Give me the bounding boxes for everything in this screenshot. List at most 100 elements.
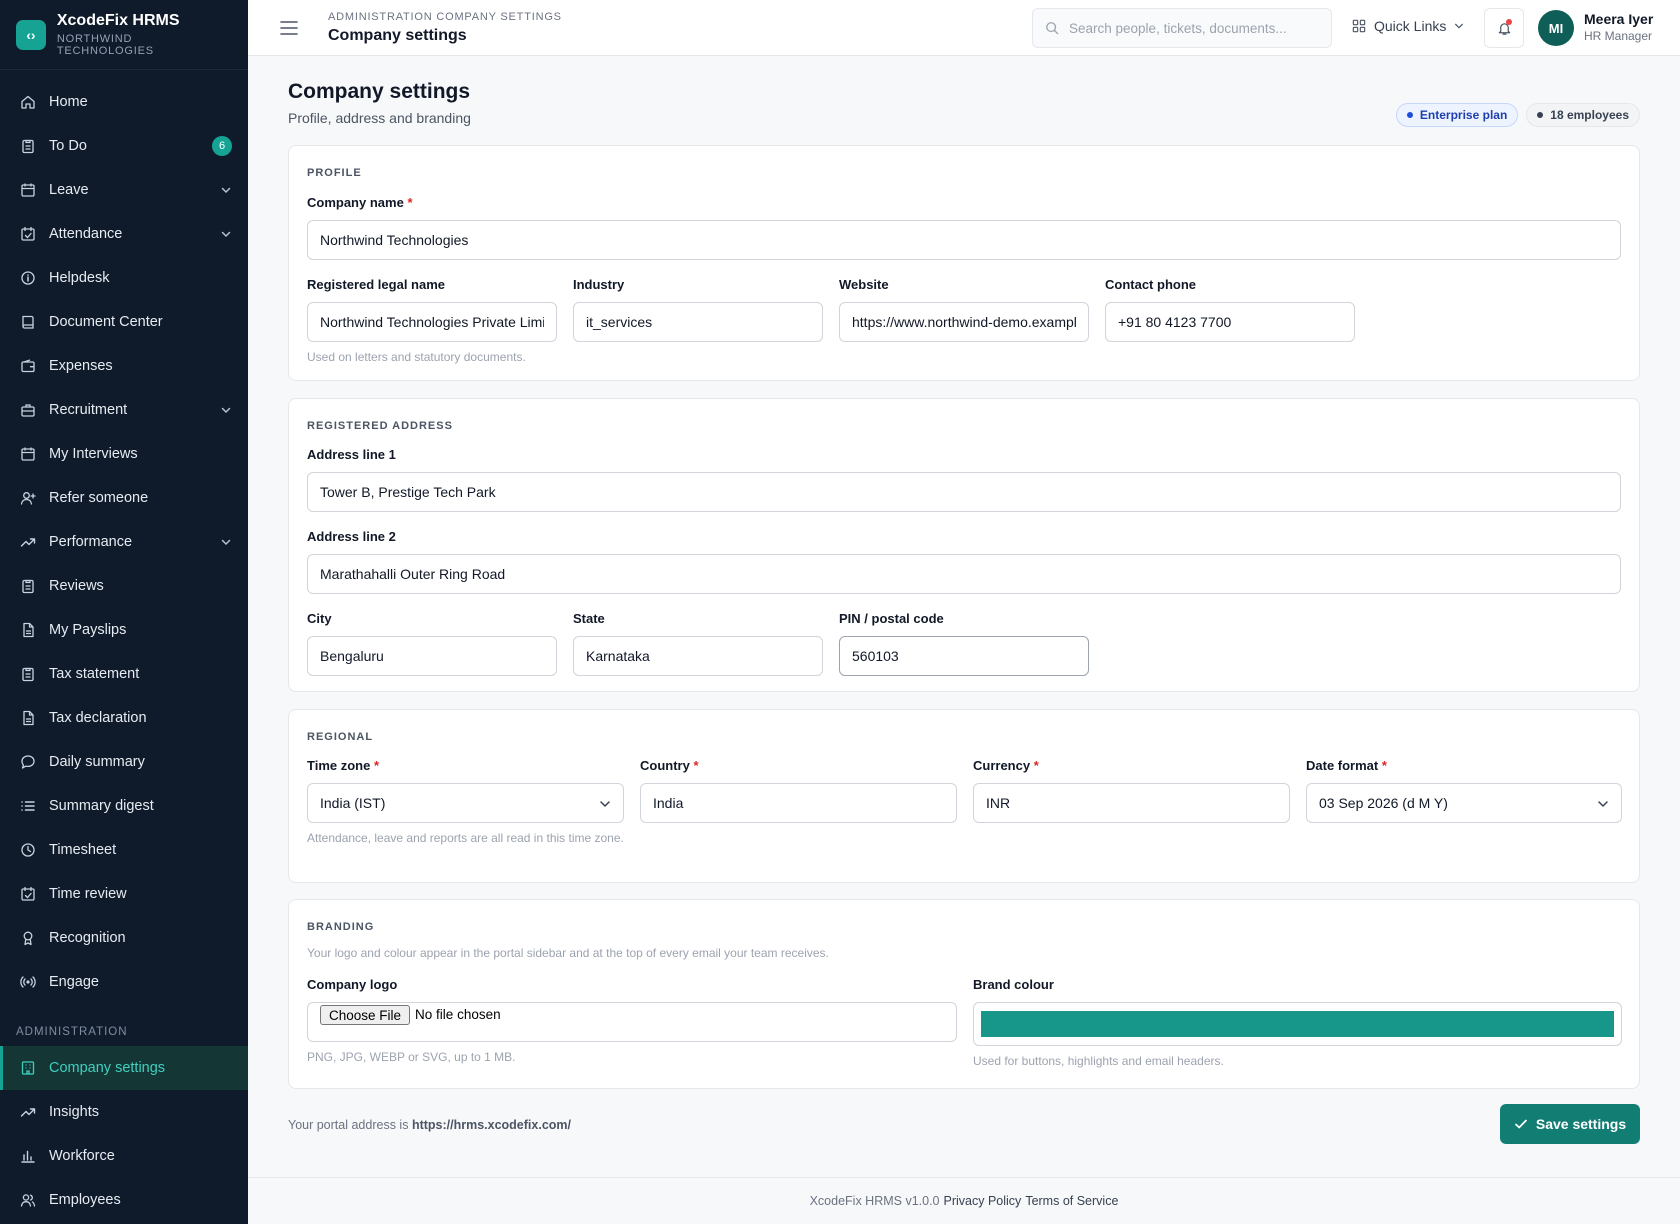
calendar-icon (20, 446, 36, 462)
check-icon (1515, 1119, 1527, 1129)
count-badge: 6 (212, 136, 232, 156)
notifications-button[interactable] (1484, 8, 1524, 48)
contact-phone-input[interactable] (1105, 302, 1355, 342)
city-label: City (307, 611, 332, 626)
address-section-title: REGISTERED ADDRESS (307, 420, 453, 432)
chevron-down-icon (221, 231, 231, 238)
company-name-input[interactable] (307, 220, 1621, 260)
website-input[interactable] (839, 302, 1089, 342)
sidebar-item-refer-someone[interactable]: Refer someone (0, 476, 248, 520)
sidebar-item-label: Timesheet (49, 842, 117, 858)
home-icon (20, 94, 36, 110)
grid-icon (1352, 19, 1366, 33)
legal-name-input[interactable] (307, 302, 557, 342)
brand-colour-picker[interactable] (973, 1002, 1622, 1046)
sidebar-item-leave[interactable]: Leave (0, 168, 248, 212)
sidebar-item-workforce[interactable]: Workforce (0, 1134, 248, 1178)
sidebar-item-document-center[interactable]: Document Center (0, 300, 248, 344)
sidebar-item-employees[interactable]: Employees (0, 1178, 248, 1222)
calendar-check-icon (20, 226, 36, 242)
sidebar-item-my-payslips[interactable]: My Payslips (0, 608, 248, 652)
sidebar-item-label: Attendance (49, 226, 123, 242)
industry-label: Industry (573, 277, 625, 292)
profile-card: PROFILE Company name * Registered legal … (288, 145, 1640, 381)
sidebar-item-performance[interactable]: Performance (0, 520, 248, 564)
sidebar-item-timesheet[interactable]: Timesheet (0, 828, 248, 872)
broadcast-icon (20, 974, 36, 990)
sidebar-item-label: Expenses (49, 358, 113, 374)
address-line2-label: Address line 2 (307, 529, 396, 544)
calendar-check-icon (20, 886, 36, 902)
sidebar-item-label: Refer someone (49, 490, 149, 506)
calendar-icon (20, 182, 36, 198)
sidebar-item-to-do[interactable]: To Do 6 (0, 124, 248, 168)
sidebar-item-tax-statement[interactable]: Tax statement (0, 652, 248, 696)
sidebar-item-expenses[interactable]: Expenses (0, 344, 248, 388)
sidebar-item-label: Engage (49, 974, 99, 990)
timezone-help: Attendance, leave and reports are all re… (307, 831, 624, 845)
sidebar-item-engage[interactable]: Engage (0, 960, 248, 1004)
state-input[interactable] (573, 636, 823, 676)
save-settings-button[interactable]: Save settings (1500, 1104, 1640, 1144)
sidebar-item-label: Document Center (49, 314, 163, 330)
header-title: Company settings (328, 27, 467, 44)
sidebar-item-label: Daily summary (49, 754, 145, 770)
sidebar-item-summary-digest[interactable]: Summary digest (0, 784, 248, 828)
regional-section-title: REGIONAL (307, 731, 374, 743)
sidebar-item-home[interactable]: Home (0, 80, 248, 124)
address-line2-input[interactable] (307, 554, 1621, 594)
legal-name-label: Registered legal name (307, 277, 445, 292)
date-format-select[interactable]: 03 Sep 2026 (d M Y) (1306, 783, 1622, 823)
sidebar-item-label: Reviews (49, 578, 104, 594)
nav-section-title: ADMINISTRATION (16, 1026, 128, 1038)
sidebar-item-attendance[interactable]: Attendance (0, 212, 248, 256)
sidebar-item-helpdesk[interactable]: Helpdesk (0, 256, 248, 300)
choose-file-button[interactable]: Choose File (320, 1005, 411, 1025)
sidebar-item-company-settings[interactable]: Company settings (0, 1046, 248, 1090)
sidebar-item-recruitment[interactable]: Recruitment (0, 388, 248, 432)
portal-url[interactable]: https://hrms.xcodefix.com/ (412, 1118, 571, 1132)
sidebar-item-my-interviews[interactable]: My Interviews (0, 432, 248, 476)
sidebar-item-daily-summary[interactable]: Daily summary (0, 740, 248, 784)
date-format-label: Date format * (1306, 758, 1387, 773)
sidebar-item-reviews[interactable]: Reviews (0, 564, 248, 608)
sidebar-item-label: Workforce (49, 1148, 115, 1164)
pin-input[interactable] (839, 636, 1089, 676)
sidebar-item-tax-declaration[interactable]: Tax declaration (0, 696, 248, 740)
terms-link[interactable]: Terms of Service (1025, 1194, 1118, 1208)
timezone-label: Time zone * (307, 758, 380, 773)
address-line1-input[interactable] (307, 472, 1621, 512)
portal-address: Your portal address is https://hrms.xcod… (288, 1118, 571, 1132)
sidebar-item-label: Recruitment (49, 402, 128, 418)
brand[interactable]: ‹› XcodeFix HRMS NORTHWIND TECHNOLOGIES (0, 0, 248, 70)
search-input[interactable] (1069, 20, 1319, 36)
sidebar-item-time-review[interactable]: Time review (0, 872, 248, 916)
privacy-link[interactable]: Privacy Policy (944, 1194, 1022, 1208)
clipboard-icon (20, 666, 36, 682)
award-icon (20, 930, 36, 946)
avatar[interactable]: MI (1538, 10, 1574, 46)
quick-links-button[interactable]: Quick Links (1352, 18, 1464, 34)
chevron-down-icon (221, 187, 231, 194)
clipboard-icon (20, 138, 36, 154)
legal-name-help: Used on letters and statutory documents. (307, 350, 526, 364)
currency-input[interactable] (973, 783, 1290, 823)
sidebar-item-insights[interactable]: Insights (0, 1090, 248, 1134)
breadcrumb: ADMINISTRATION COMPANY SETTINGS (328, 11, 562, 23)
chevron-down-icon (600, 801, 610, 808)
list-icon (20, 798, 36, 814)
company-name-label: Company name * (307, 195, 413, 210)
brand-title: XcodeFix HRMS (56, 12, 180, 29)
sidebar-item-label: Performance (49, 534, 133, 550)
sidebar-item-label: To Do (49, 138, 87, 154)
menu-icon[interactable] (280, 20, 298, 36)
logo-file-input[interactable]: Choose File No file chosen (307, 1002, 957, 1042)
country-input[interactable] (640, 783, 957, 823)
page-subtitle: Profile, address and branding (288, 110, 471, 126)
notification-dot (1506, 19, 1512, 25)
industry-input[interactable] (573, 302, 823, 342)
timezone-select[interactable]: India (IST) (307, 783, 624, 823)
city-input[interactable] (307, 636, 557, 676)
sidebar-item-recognition[interactable]: Recognition (0, 916, 248, 960)
chevron-down-icon (1455, 23, 1464, 29)
